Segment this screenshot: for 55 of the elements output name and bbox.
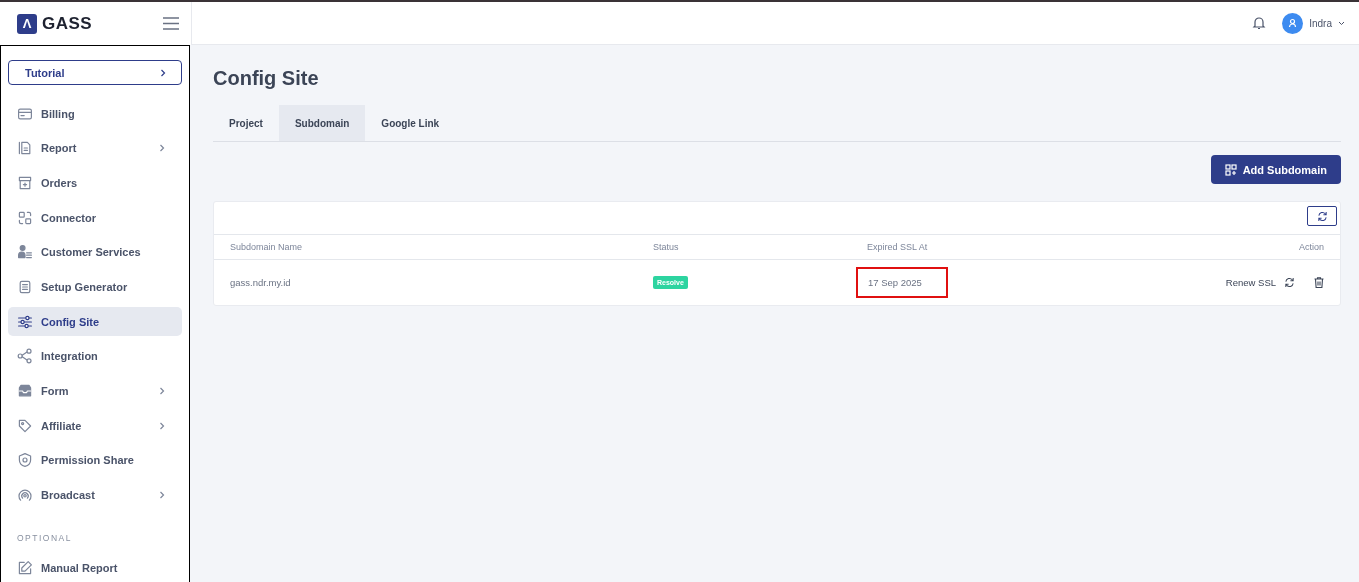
sidebar-item[interactable]: Affiliate bbox=[8, 411, 182, 441]
refresh-icon bbox=[1316, 210, 1328, 222]
signal-icon bbox=[17, 487, 33, 504]
table-cell: 17 Sep 2025 bbox=[856, 267, 948, 298]
section-label: OPTIONAL bbox=[16, 532, 73, 546]
document-icon bbox=[17, 140, 33, 157]
sidebar-item[interactable]: Customer Services bbox=[8, 237, 182, 267]
edit-icon bbox=[17, 559, 33, 576]
menu-icon[interactable] bbox=[163, 17, 179, 30]
refresh-icon bbox=[1284, 277, 1295, 288]
sidebar-item[interactable]: Config Site bbox=[8, 307, 182, 337]
chevron-icon bbox=[158, 144, 166, 153]
user-name[interactable]: Indra bbox=[1309, 17, 1332, 29]
sidebar-item[interactable]: Report bbox=[8, 133, 182, 163]
sidebar-item[interactable]: Manual Report bbox=[8, 553, 182, 582]
brand-name: GASS bbox=[42, 13, 93, 34]
sidebar-item[interactable]: Integration bbox=[8, 341, 182, 371]
sidebar-item[interactable]: Permission Share bbox=[8, 445, 182, 475]
tag-icon bbox=[17, 417, 33, 434]
sidebar-item[interactable]: Broadcast bbox=[8, 480, 182, 510]
shield-icon bbox=[17, 452, 33, 469]
notification-icon[interactable] bbox=[1252, 16, 1267, 30]
sliders-icon bbox=[17, 313, 33, 330]
tab[interactable]: Project bbox=[213, 105, 279, 141]
sidebar-item[interactable]: Form bbox=[8, 376, 182, 406]
chevron-icon bbox=[158, 387, 166, 396]
logo-mark: Λ bbox=[17, 13, 37, 34]
refresh-button[interactable] bbox=[1307, 206, 1337, 226]
column-header: Expired SSL At bbox=[867, 242, 929, 252]
page-title: Config Site bbox=[213, 67, 320, 90]
chevron-icon bbox=[159, 68, 167, 77]
grid-plus-icon bbox=[1224, 163, 1237, 176]
person-icon bbox=[17, 244, 33, 261]
column-header: Status bbox=[653, 242, 680, 252]
tab[interactable]: Subdomain bbox=[278, 105, 366, 141]
sidebar-item[interactable]: Orders bbox=[8, 168, 182, 198]
squares-icon bbox=[17, 209, 33, 226]
sidebar-item[interactable]: Setup Generator bbox=[8, 272, 182, 302]
add-subdomain-button[interactable]: Add Subdomain bbox=[1210, 155, 1341, 184]
renew-ssl-button[interactable]: Renew SSL bbox=[1225, 277, 1295, 288]
caret-icon[interactable] bbox=[1338, 20, 1345, 26]
trash-icon[interactable] bbox=[1314, 277, 1324, 288]
sidebar-item[interactable]: Connector bbox=[8, 203, 182, 233]
chevron-icon bbox=[158, 491, 166, 500]
list-icon bbox=[17, 279, 33, 295]
avatar-icon[interactable] bbox=[1282, 12, 1304, 34]
table-cell-text: gass.ndr.my.id bbox=[230, 277, 292, 288]
box-icon bbox=[17, 174, 33, 191]
chevron-icon bbox=[158, 421, 166, 430]
sidebar-item[interactable]: Billing bbox=[8, 99, 182, 129]
column-header: Subdomain Name bbox=[230, 242, 304, 252]
nodes-icon bbox=[17, 348, 33, 365]
column-header: Action bbox=[1299, 242, 1324, 252]
tab[interactable]: Google Link bbox=[365, 105, 456, 141]
tutorial-button[interactable]: Tutorial bbox=[8, 60, 182, 86]
